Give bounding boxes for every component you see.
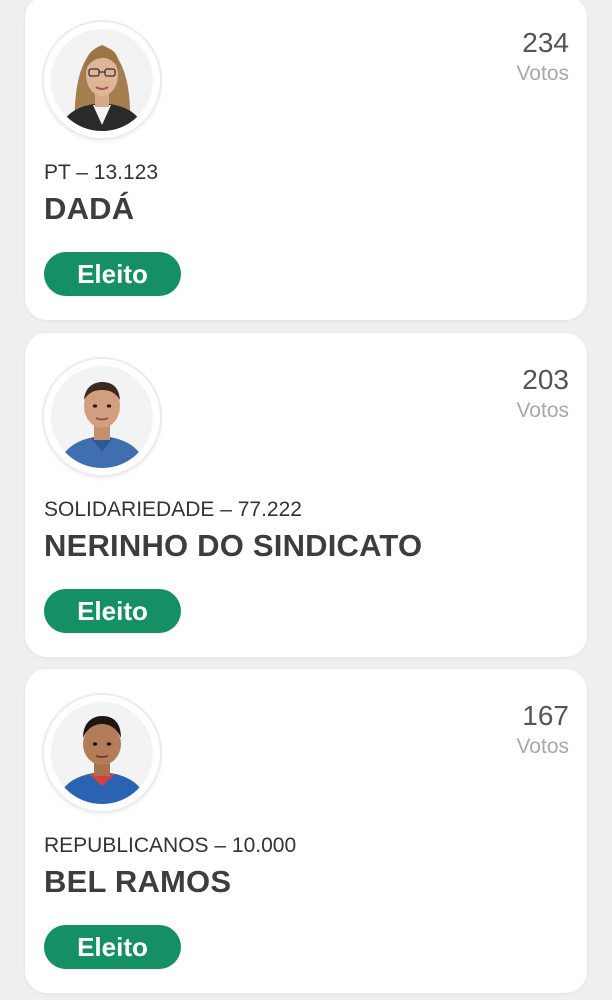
- votes-count: 167: [522, 700, 569, 731]
- party-and-number: PT – 13.123: [44, 161, 159, 184]
- candidate-name: DADÁ: [44, 191, 135, 226]
- candidate-photo-man: [51, 366, 153, 468]
- candidate-avatar: [44, 359, 160, 475]
- party-and-number: SOLIDARIEDADE – 77.222: [44, 498, 302, 521]
- candidate-name: BEL RAMOS: [44, 864, 232, 899]
- votes-label: Votos: [516, 399, 569, 422]
- votes-label: Votos: [516, 62, 569, 85]
- candidate-card[interactable]: 203 Votos SOLIDARIEDADE – 77.222 NERINHO…: [25, 333, 587, 657]
- status-badge: Eleito: [44, 925, 181, 969]
- candidate-name: NERINHO DO SINDICATO: [44, 528, 423, 563]
- party-and-number: REPUBLICANOS – 10.000: [44, 834, 297, 857]
- status-badge: Eleito: [44, 252, 181, 296]
- votes-count: 234: [522, 27, 569, 58]
- candidate-card[interactable]: 234 Votos PT – 13.123 DADÁ Eleito: [25, 0, 587, 320]
- votes-label: Votos: [516, 735, 569, 758]
- candidate-avatar: [44, 22, 160, 138]
- candidate-photo-man: [51, 702, 153, 804]
- status-badge: Eleito: [44, 589, 181, 633]
- candidate-avatar: [44, 695, 160, 811]
- votes-count: 203: [522, 364, 569, 395]
- candidate-photo-woman: [51, 29, 153, 131]
- candidate-card[interactable]: 167 Votos REPUBLICANOS – 10.000 BEL RAMO…: [25, 669, 587, 993]
